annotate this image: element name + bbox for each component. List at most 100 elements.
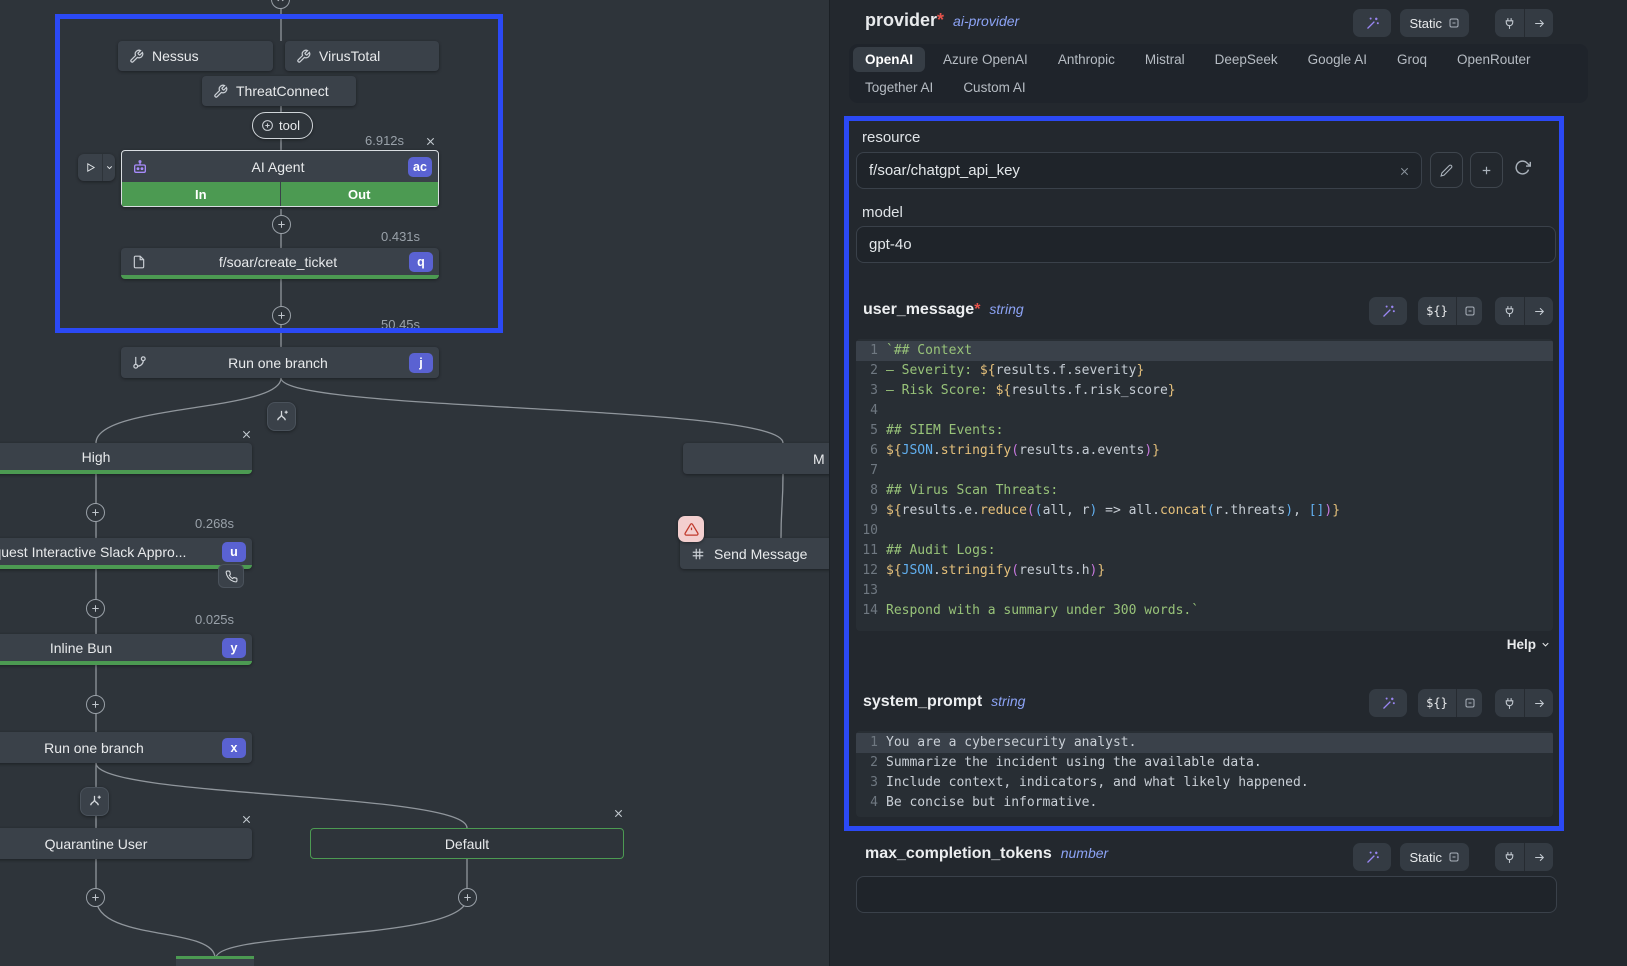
template-expression-button[interactable]: ${} [1418,689,1456,717]
refresh-resources-button[interactable] [1514,159,1531,176]
user-message-editor[interactable]: 1`## Context2– Severity: ${results.f.sev… [856,339,1553,631]
node-run-one-branch-2[interactable]: Run one branch x [0,732,252,763]
ai-generate-button[interactable] [1353,843,1391,871]
run-node-button[interactable] [78,154,115,181]
insert-step-button[interactable] [272,215,291,234]
template-expression-button[interactable]: ${} [1418,297,1456,325]
plus-circle-icon [261,119,274,132]
close-icon[interactable] [610,805,626,821]
code-line[interactable]: 3– Risk Score: ${results.f.risk_score} [856,381,1553,401]
edit-resource-button[interactable] [1430,152,1463,188]
arrow-right-icon[interactable] [1524,689,1553,717]
tab-openai[interactable]: OpenAI [853,47,925,72]
ai-generate-button[interactable] [1369,297,1407,325]
tab-anthropic[interactable]: Anthropic [1046,47,1127,72]
resource-input[interactable] [856,152,1422,189]
plug-icon[interactable] [1495,689,1524,717]
code-line[interactable]: 10 [856,521,1553,541]
insert-step-button[interactable] [86,695,105,714]
node-ai-agent[interactable]: AI Agent ac In Out [121,150,439,207]
plug-icon[interactable] [1495,843,1524,871]
error-badge[interactable] [678,516,704,542]
play-icon[interactable] [78,154,102,181]
code-line[interactable]: 2– Severity: ${results.f.severity} [856,361,1553,381]
node-send-message[interactable]: Send Message [680,538,829,569]
arrow-right-icon[interactable] [1524,843,1553,871]
tab-together-ai[interactable]: Together AI [853,75,945,100]
node-slack-approval[interactable]: Request Interactive Slack Appro... u [0,538,252,569]
add-tool-button[interactable]: tool [252,112,313,139]
tab-openrouter[interactable]: OpenRouter [1445,47,1543,72]
code-line[interactable]: 4Be concise but informative. [856,793,1553,813]
tab-azure-openai[interactable]: Azure OpenAI [931,47,1040,72]
arrow-right-icon[interactable] [1524,297,1553,325]
insert-step-button[interactable] [272,306,291,325]
node-branch-quarantine[interactable]: Quarantine User [0,828,252,859]
node-branch-medium[interactable]: M [683,443,829,474]
code-line[interactable]: 1`## Context [856,341,1553,361]
node-branch-default[interactable]: Default [310,828,624,859]
help-toggle[interactable]: Help [1507,637,1551,652]
code-line[interactable]: 6${JSON.stringify(results.a.events)} [856,441,1553,461]
run-options-chevron-icon[interactable] [102,154,115,181]
ai-generate-button[interactable] [1369,689,1407,717]
tab-groq[interactable]: Groq [1385,47,1439,72]
close-icon[interactable] [238,811,254,827]
insert-step-button[interactable] [86,888,105,907]
arrow-right-icon[interactable] [1524,9,1553,37]
code-line[interactable]: 9${results.e.reduce((all, r) => all.conc… [856,501,1553,521]
line-number: 12 [856,561,878,581]
add-branch-button[interactable] [80,787,109,816]
insert-step-button[interactable] [86,599,105,618]
plus-icon [90,699,101,710]
model-input[interactable] [856,226,1556,263]
input-mode-static-button[interactable]: Static [1400,9,1469,37]
node-partial-bottom[interactable] [176,956,254,966]
system-prompt-editor[interactable]: 1You are a cybersecurity analyst.2Summar… [856,731,1553,817]
node-create-ticket[interactable]: f/soar/create_ticket q [121,248,439,279]
code-line[interactable]: 12${JSON.stringify(results.h)} [856,561,1553,581]
node-inline-bun[interactable]: Inline Bun y [0,634,252,665]
magic-wand-icon [1381,304,1396,319]
plug-icon[interactable] [1495,9,1524,37]
input-mode-static-button[interactable]: Static [1400,843,1469,871]
node-threatconnect[interactable]: ThreatConnect [202,76,356,106]
code-line[interactable]: 3Include context, indicators, and what l… [856,773,1553,793]
close-icon[interactable] [422,133,438,149]
plug-icon[interactable] [1495,297,1524,325]
code-line[interactable]: 13 [856,581,1553,601]
agent-out-tab[interactable]: Out [280,182,439,206]
code-line[interactable]: 11## Audit Logs: [856,541,1553,561]
agent-in-tab[interactable]: In [122,182,280,206]
node-virustotal[interactable]: VirusTotal [285,41,439,71]
insert-step-button[interactable] [86,503,105,522]
insert-step-button[interactable] [458,888,477,907]
tab-mistral[interactable]: Mistral [1133,47,1197,72]
code-line[interactable]: 14Respond with a summary under 300 words… [856,601,1553,621]
node-run-one-branch-1[interactable]: Run one branch j [121,347,439,378]
add-branch-button[interactable] [267,402,296,431]
code-line[interactable]: 8## Virus Scan Threats: [856,481,1553,501]
code-line[interactable]: 5## SIEM Events: [856,421,1553,441]
approval-call-button[interactable] [218,564,244,588]
editor-expand-icon[interactable] [1456,689,1482,717]
editor-expand-icon[interactable] [1456,297,1482,325]
clear-icon[interactable] [1396,163,1412,179]
close-icon[interactable] [238,426,254,442]
code-line[interactable]: 7 [856,461,1553,481]
tab-custom-ai[interactable]: Custom AI [951,75,1037,100]
add-resource-button[interactable] [1470,152,1503,188]
tab-deepseek[interactable]: DeepSeek [1203,47,1290,72]
magic-wand-icon [1365,16,1380,31]
code-line[interactable]: 4 [856,401,1553,421]
max-completion-tokens-input[interactable] [856,876,1557,913]
tab-google-ai[interactable]: Google AI [1296,47,1379,72]
line-number: 4 [856,401,878,421]
ai-generate-button[interactable] [1353,9,1391,37]
node-branch-high[interactable]: High [0,443,252,474]
node-nessus[interactable]: Nessus [118,41,273,71]
chevron-up-icon [275,0,286,5]
code-line[interactable]: 1You are a cybersecurity analyst. [856,733,1553,753]
workflow-canvas[interactable]: Nessus VirusTotal ThreatConnect tool 6.9… [0,0,829,966]
code-line[interactable]: 2Summarize the incident using the availa… [856,753,1553,773]
